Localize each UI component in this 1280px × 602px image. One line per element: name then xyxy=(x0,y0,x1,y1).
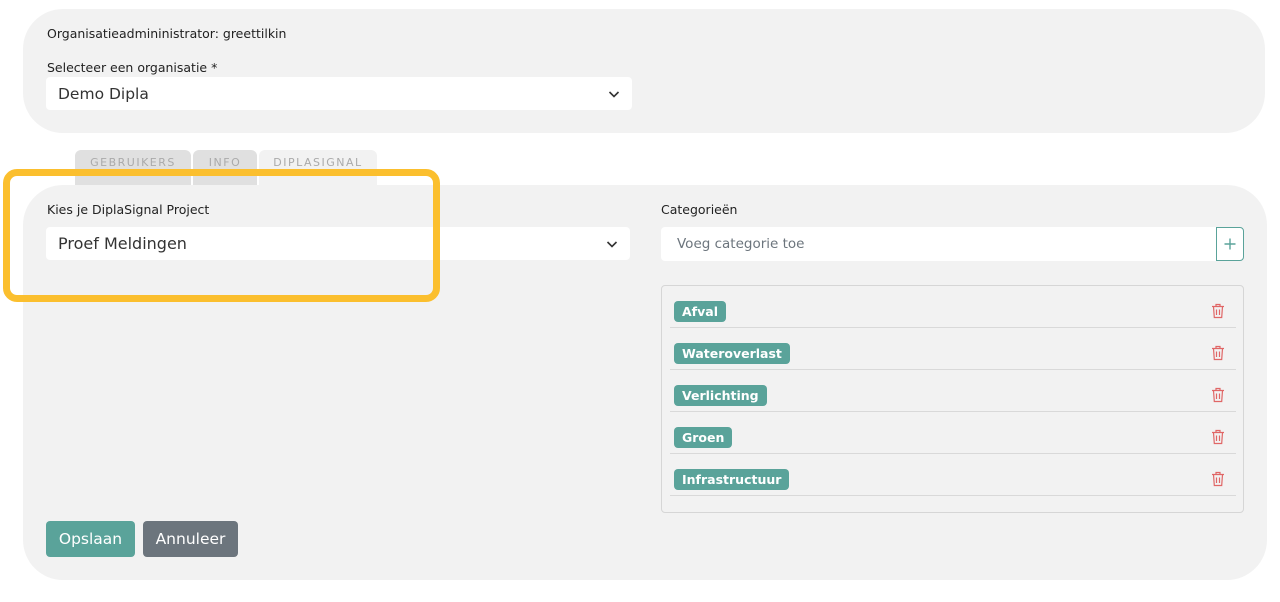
add-category-button[interactable] xyxy=(1216,227,1244,261)
chevron-down-icon xyxy=(608,90,620,98)
category-input[interactable]: Voeg categorie toe xyxy=(661,227,1217,261)
plus-icon xyxy=(1224,238,1236,250)
tab-diplasignal-label: DIPLASIGNAL xyxy=(273,156,363,169)
admin-label: Organisatieadmininistrator: greettilkin xyxy=(47,26,287,41)
project-select-label: Kies je DiplaSignal Project xyxy=(47,202,210,217)
category-badge: Afval xyxy=(674,301,726,322)
tab-info-label: INFO xyxy=(208,156,242,169)
list-item: Verlichting xyxy=(670,370,1236,412)
list-item: Groen xyxy=(670,412,1236,454)
trash-icon[interactable] xyxy=(1211,345,1225,361)
cancel-button[interactable]: Annuleer xyxy=(143,521,238,557)
organisation-select-label: Selecteer een organisatie * xyxy=(47,60,218,75)
category-input-placeholder: Voeg categorie toe xyxy=(677,236,805,252)
category-list: Afval Wateroverlast Verlichting Groen In… xyxy=(661,285,1244,513)
project-select-value: Proef Meldingen xyxy=(58,234,187,253)
category-badge: Verlichting xyxy=(674,385,767,406)
organisation-select[interactable]: Demo Dipla xyxy=(46,77,632,110)
chevron-down-icon xyxy=(606,240,618,248)
list-item: Wateroverlast xyxy=(670,328,1236,370)
save-button[interactable]: Opslaan xyxy=(46,521,135,557)
trash-icon[interactable] xyxy=(1211,471,1225,487)
trash-icon[interactable] xyxy=(1211,387,1225,403)
trash-icon[interactable] xyxy=(1211,429,1225,445)
categories-label: Categorieën xyxy=(661,202,738,217)
tab-diplasignal[interactable]: DIPLASIGNAL xyxy=(259,150,377,186)
category-badge: Groen xyxy=(674,427,733,448)
tab-gebruikers[interactable]: GEBRUIKERS xyxy=(75,150,191,186)
list-item: Infrastructuur xyxy=(670,454,1236,496)
trash-icon[interactable] xyxy=(1211,303,1225,319)
tab-gebruikers-label: GEBRUIKERS xyxy=(90,156,176,169)
category-badge: Wateroverlast xyxy=(674,343,790,364)
organisation-select-value: Demo Dipla xyxy=(58,84,149,103)
category-badge: Infrastructuur xyxy=(674,469,790,490)
list-item: Afval xyxy=(670,286,1236,328)
project-select[interactable]: Proef Meldingen xyxy=(46,227,630,260)
tab-info[interactable]: INFO xyxy=(193,150,257,186)
